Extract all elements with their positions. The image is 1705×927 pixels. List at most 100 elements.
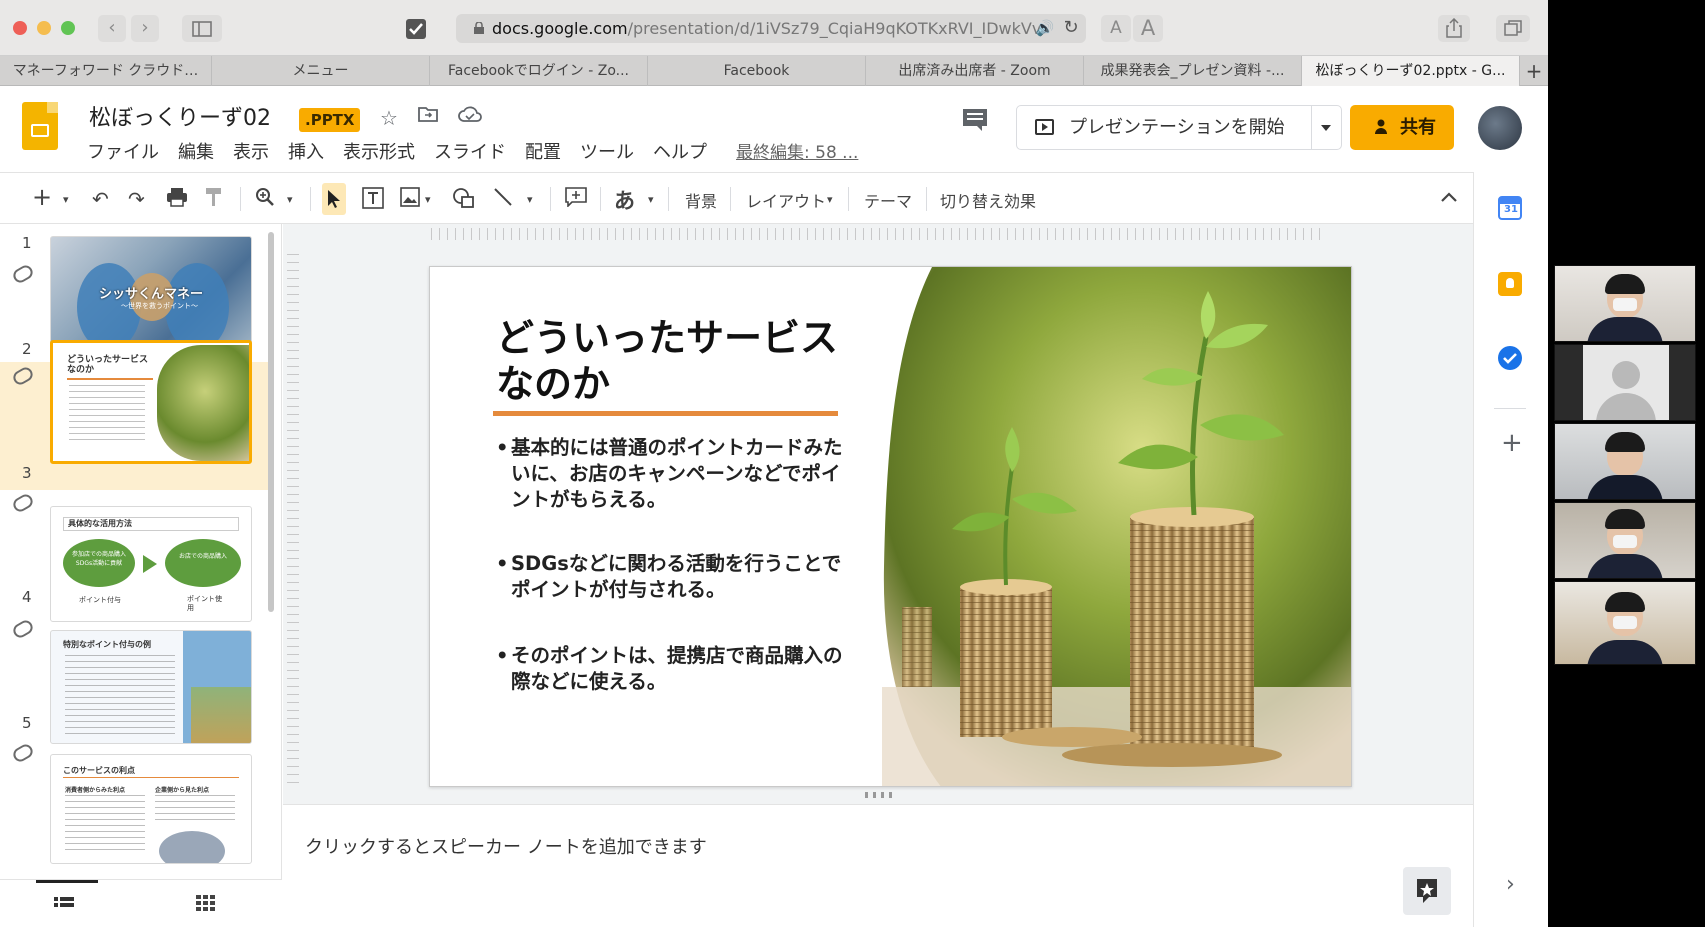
share-button[interactable]: 共有 — [1350, 105, 1454, 150]
account-avatar[interactable] — [1478, 106, 1522, 150]
new-tab-button[interactable]: + — [1520, 56, 1548, 86]
no-video-avatar — [1583, 345, 1669, 420]
link-icon — [10, 617, 36, 641]
zoom-icon[interactable] — [255, 187, 275, 212]
paint-format-icon[interactable] — [205, 187, 223, 212]
background-button[interactable]: 背景 — [685, 188, 717, 212]
line-dropdown-icon[interactable]: ▾ — [527, 193, 533, 206]
zoom-participant-5[interactable] — [1554, 581, 1696, 665]
tab-overview-icon[interactable] — [1496, 15, 1530, 42]
audio-playing-icon[interactable]: 🔊 — [1034, 15, 1056, 42]
tasks-icon[interactable] — [1498, 346, 1522, 370]
shape-icon[interactable] — [452, 187, 476, 214]
keep-icon[interactable] — [1498, 272, 1522, 296]
zoom-participant-1[interactable] — [1554, 265, 1696, 342]
close-window-button[interactable] — [13, 21, 27, 35]
input-tools-button[interactable]: あ — [614, 185, 635, 215]
address-bar[interactable]: docs.google.com/presentation/d/1iVSz79_C… — [456, 14, 1086, 43]
browser-tab[interactable]: メニュー — [212, 56, 430, 86]
menu-view[interactable]: 表示 — [233, 142, 269, 163]
browser-tab[interactable]: Facebookでログイン - Zo... — [430, 56, 648, 86]
slide-thumbnail-3[interactable]: 具体的な活用方法 参加店での商品購入 SDGs活動に貢献 お店での商品購入 ポイン… — [50, 506, 252, 622]
thumb-4-photo — [191, 687, 251, 743]
comments-icon[interactable] — [962, 108, 988, 137]
new-slide-icon[interactable]: + — [32, 183, 52, 211]
zoom-participant-3[interactable] — [1554, 423, 1696, 500]
theme-button[interactable]: テーマ — [864, 188, 912, 212]
slide-bullet-2[interactable]: SDGsなどに関わる活動を行うことでポイントが付与される。 — [496, 551, 846, 603]
reload-icon[interactable]: ↻ — [1060, 15, 1082, 42]
line-icon[interactable] — [493, 187, 513, 212]
expand-side-panel-icon[interactable]: › — [1506, 872, 1515, 897]
browser-tab-active[interactable]: 松ぼっくりーず02.pptx - G... — [1302, 56, 1520, 86]
zoom-window-button[interactable] — [61, 21, 75, 35]
add-comment-icon[interactable] — [565, 187, 587, 212]
undo-icon[interactable]: ↶ — [92, 187, 109, 211]
cloud-status-icon[interactable] — [458, 104, 482, 128]
slide-bullet-3[interactable]: そのポイントは、提携店で商品購入の際などに使える。 — [496, 643, 846, 695]
decrease-font-button[interactable]: A — [1101, 15, 1131, 42]
present-options-dropdown[interactable] — [1321, 125, 1331, 131]
select-cursor-icon[interactable] — [322, 183, 346, 215]
slides-logo-icon[interactable] — [22, 102, 58, 150]
image-dropdown-icon[interactable]: ▾ — [425, 193, 431, 206]
slide-thumbnail-4[interactable]: 特別なポイント付与の例 — [50, 630, 252, 744]
text-box-icon[interactable] — [362, 187, 384, 214]
menu-slide[interactable]: スライド — [434, 142, 506, 163]
thumb-4-bullets — [65, 655, 175, 735]
menu-edit[interactable]: 編集 — [178, 142, 214, 163]
image-icon[interactable] — [400, 187, 420, 212]
collapse-menus-icon[interactable] — [1440, 187, 1458, 208]
side-panel: 31 + › — [1473, 172, 1548, 927]
zoom-dropdown-icon[interactable]: ▾ — [287, 193, 293, 206]
new-slide-dropdown-icon[interactable]: ▾ — [63, 193, 69, 206]
increase-font-button[interactable]: A — [1133, 15, 1163, 42]
forward-icon[interactable]: › — [131, 15, 159, 42]
menu-insert[interactable]: 挿入 — [288, 142, 324, 163]
calendar-icon[interactable]: 31 — [1498, 196, 1522, 220]
thumb-2-title: どういったサービスなのか — [67, 355, 149, 375]
minimize-window-button[interactable] — [37, 21, 51, 35]
slide-thumbnail-5[interactable]: このサービスの利点 消費者側からみた利点 企業側から見た利点 — [50, 754, 252, 864]
layout-button[interactable]: レイアウト — [746, 188, 826, 212]
zoom-participant-2[interactable] — [1554, 344, 1696, 421]
file-format-badge: .PPTX — [299, 108, 361, 132]
filmstrip-scrollbar[interactable] — [268, 232, 274, 612]
notes-resize-handle[interactable] — [865, 792, 893, 798]
browser-tab[interactable]: 成果発表会_プレゼン資料 -... — [1084, 56, 1302, 86]
browser-tab[interactable]: 出席済み出席者 - Zoom — [866, 56, 1084, 86]
slide-title[interactable]: どういったサービスなのか — [496, 315, 856, 407]
reader-check-icon[interactable] — [396, 15, 436, 42]
last-edit-link[interactable]: 最終編集: 58 ... — [736, 143, 858, 163]
back-icon[interactable]: ‹ — [98, 15, 126, 42]
layout-dropdown-icon[interactable]: ▾ — [827, 193, 833, 206]
menu-help[interactable]: ヘルプ — [653, 142, 707, 163]
slide-bullet-1[interactable]: 基本的には普通のポイントカードみたいに、お店のキャンペーンなどでポイントがもらえ… — [496, 435, 846, 513]
document-title[interactable]: 松ぼっくりーず02 — [89, 100, 271, 132]
slide-canvas[interactable]: どういったサービスなのか 基本的には普通のポイントカードみたいに、お店のキャンペ… — [429, 266, 1352, 787]
sidebar-toggle-icon[interactable] — [182, 15, 222, 42]
zoom-participant-4[interactable] — [1554, 502, 1696, 579]
slide-thumbnail-1[interactable]: シッサくんマネー ～世界を救うポイント～ — [50, 236, 252, 350]
menu-file[interactable]: ファイル — [87, 142, 159, 163]
filmstrip-view-icon[interactable] — [54, 896, 74, 915]
move-folder-icon[interactable] — [418, 104, 438, 128]
slide-thumbnail-2[interactable]: どういったサービスなのか — [50, 340, 252, 464]
add-addon-icon[interactable]: + — [1501, 428, 1523, 458]
grid-view-icon[interactable] — [196, 895, 216, 915]
share-sheet-icon[interactable] — [1438, 15, 1470, 42]
redo-icon[interactable]: ↷ — [128, 187, 145, 211]
explore-button[interactable] — [1403, 867, 1451, 915]
input-tools-dropdown-icon[interactable]: ▾ — [648, 193, 654, 206]
start-presentation-button[interactable]: プレゼンテーションを開始 — [1016, 105, 1342, 150]
star-icon[interactable]: ☆ — [380, 106, 398, 130]
menu-format[interactable]: 表示形式 — [343, 142, 415, 163]
transition-button[interactable]: 切り替え効果 — [940, 188, 1036, 212]
menu-arrange[interactable]: 配置 — [525, 142, 561, 163]
browser-tab[interactable]: Facebook — [648, 56, 866, 86]
print-icon[interactable] — [166, 187, 188, 212]
menu-tools[interactable]: ツール — [580, 142, 634, 163]
coins-plant-photo[interactable] — [872, 267, 1352, 787]
browser-tab[interactable]: マネーフォワード クラウド… — [0, 56, 212, 86]
speaker-notes-input[interactable]: クリックするとスピーカー ノートを追加できます — [305, 833, 707, 859]
